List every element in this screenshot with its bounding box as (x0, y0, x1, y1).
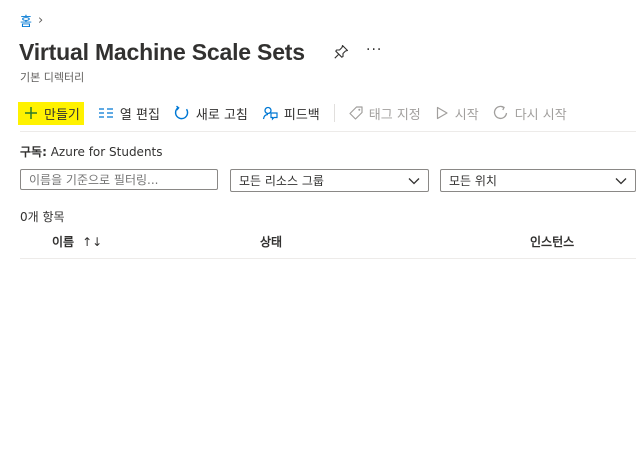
subscription-info: 구독: Azure for Students (20, 143, 163, 160)
breadcrumb: 홈 › (20, 11, 43, 30)
table-header-divider (20, 258, 636, 259)
refresh-icon (174, 105, 189, 120)
column-header-name[interactable]: 이름 ↑↓ (52, 233, 102, 250)
feedback-icon (262, 106, 278, 121)
column-header-instances-label: 인스턴스 (530, 235, 575, 249)
assign-tags-button[interactable]: 태그 지정 (349, 104, 421, 123)
location-value: 모든 위치 (449, 174, 497, 188)
start-button[interactable]: 시작 (435, 104, 479, 123)
location-dropdown[interactable]: 모든 위치 (440, 169, 636, 192)
start-label: 시작 (454, 107, 479, 123)
chevron-down-icon (615, 177, 627, 184)
toolbar-divider-line (20, 131, 636, 132)
chevron-down-icon (408, 177, 420, 184)
page-subtitle: 기본 디렉터리 (20, 71, 85, 84)
command-bar: 만들기 열 편집 새로 고침 피드백 태그 지정 시작 다시 시작 (18, 100, 581, 126)
create-button-label: 만들기 (44, 107, 80, 123)
item-count: 0개 항목 (20, 210, 65, 224)
resource-group-value: 모든 리소스 그룹 (239, 174, 324, 188)
column-header-instances[interactable]: 인스턴스 (530, 233, 574, 250)
subscription-label: 구독: (20, 145, 47, 159)
tag-icon (349, 106, 363, 120)
page-title: Virtual Machine Scale Sets (19, 39, 305, 65)
refresh-button[interactable]: 새로 고침 (174, 104, 248, 123)
column-header-name-label: 이름 (52, 235, 75, 249)
chevron-right-icon: › (37, 13, 44, 28)
assign-tags-label: 태그 지정 (368, 107, 421, 123)
feedback-label: 피드백 (283, 107, 320, 123)
edit-columns-label: 열 편집 (119, 107, 160, 123)
sort-icon: ↑↓ (82, 234, 103, 249)
create-button[interactable]: 만들기 (18, 101, 84, 125)
play-icon (436, 106, 448, 120)
column-header-status-label: 상태 (260, 235, 283, 249)
column-header-status[interactable]: 상태 (260, 233, 282, 250)
resource-group-dropdown[interactable]: 모든 리소스 그룹 (230, 169, 429, 192)
toolbar-divider (333, 104, 335, 122)
columns-icon (98, 108, 113, 118)
feedback-button[interactable]: 피드백 (262, 104, 320, 123)
edit-columns-button[interactable]: 열 편집 (98, 104, 160, 123)
plus-icon (25, 107, 37, 119)
breadcrumb-home-link[interactable]: 홈 (20, 11, 32, 30)
subscription-value: Azure for Students (50, 145, 163, 159)
restart-label: 다시 시작 (514, 107, 567, 123)
pin-icon[interactable] (333, 44, 349, 60)
restart-icon (493, 105, 507, 119)
restart-button[interactable]: 다시 시작 (493, 104, 567, 123)
refresh-label: 새로 고침 (195, 107, 248, 123)
more-options-button[interactable]: ··· (366, 42, 382, 58)
name-filter-input[interactable] (20, 169, 218, 190)
